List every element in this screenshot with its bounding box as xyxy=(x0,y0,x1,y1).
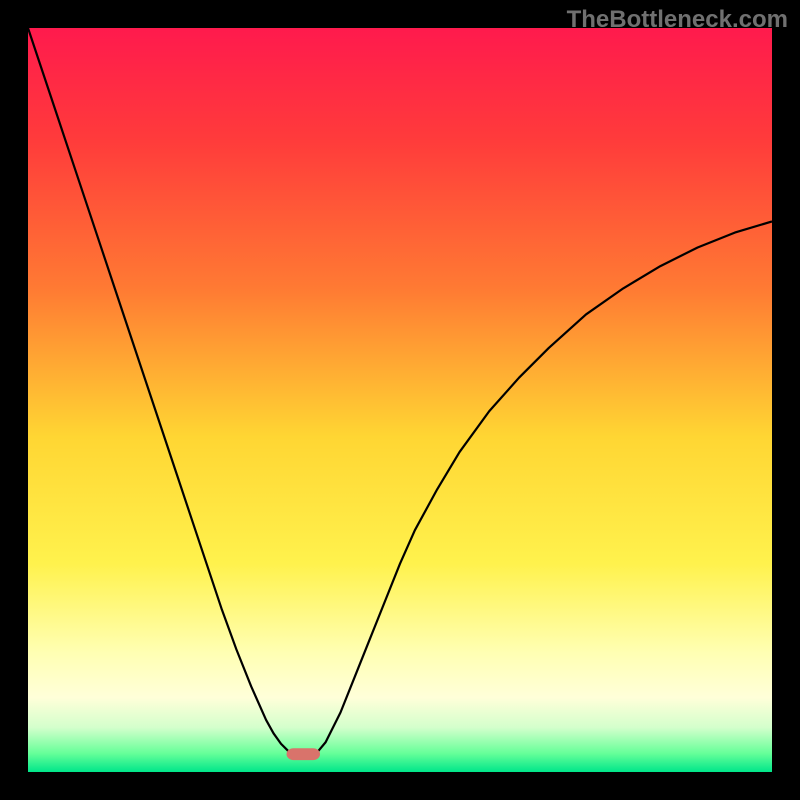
chart-background xyxy=(28,28,772,772)
chart-svg xyxy=(28,28,772,772)
bottleneck-marker xyxy=(287,748,320,760)
plot-area xyxy=(28,28,772,772)
watermark-text: TheBottleneck.com xyxy=(567,6,788,34)
chart-container: TheBottleneck.com xyxy=(0,0,800,800)
